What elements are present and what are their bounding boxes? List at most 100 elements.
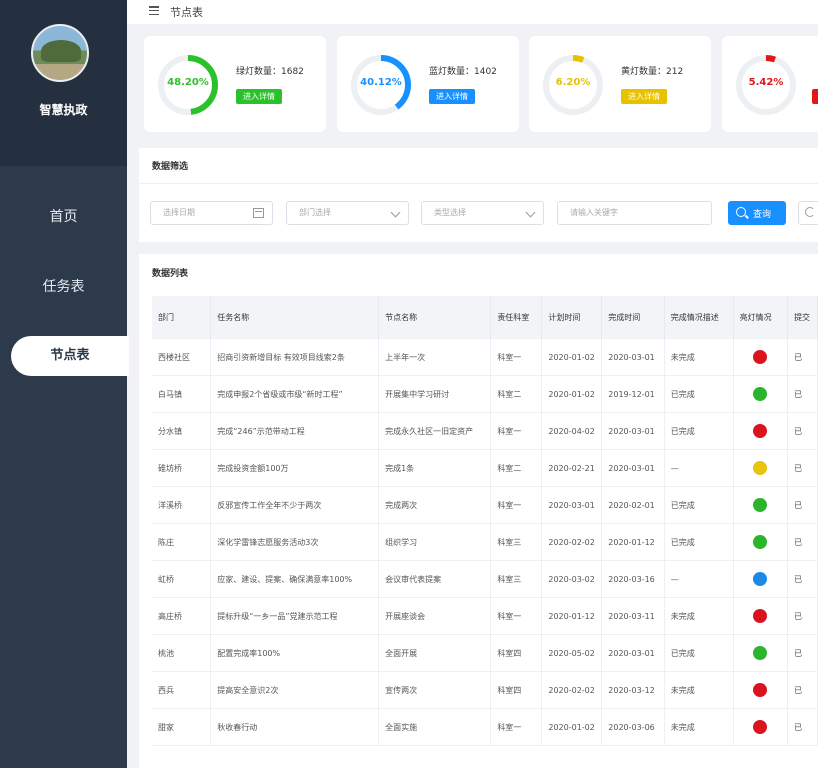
cell-task: 完成申报2个省级或市级“新时工程”	[210, 375, 380, 413]
sidebar-item-nodes[interactable]: 节点表	[11, 336, 129, 376]
cell-dept: 分水镇	[152, 412, 212, 450]
query-button[interactable]: 查询	[728, 201, 786, 225]
table-row[interactable]: 白马镇 完成申报2个省级或市级“新时工程” 开展集中学习研讨 科室二 2020-01-0…	[152, 375, 818, 413]
cell-dept: 洋溪桥	[152, 486, 212, 524]
column-header[interactable]: 部门	[152, 296, 212, 339]
dept-select[interactable]: 部门选择	[286, 201, 409, 225]
data-table: 部门 任务名称 节点名称 责任科室 计划时间 完成时间 完成情况描述 亮灯情况 …	[152, 296, 818, 746]
cell-extra: 已	[787, 339, 818, 376]
table-row[interactable]: 甜家 秋收春行动 全面实施 科室一 2020-01-02 2020-03-06 未完成 已	[152, 708, 818, 746]
cell-done: 2019-12-01	[601, 375, 665, 413]
column-header[interactable]: 提交	[787, 296, 818, 339]
table-row[interactable]: 陈庄 深化学雷锋志愿服务活动3次 组织学习 科室三 2020-02-02 2020-01-…	[152, 523, 818, 561]
cell-plan: 2020-03-01	[541, 486, 603, 524]
detail-button[interactable]	[812, 89, 818, 104]
date-placeholder: 选择日期	[163, 208, 195, 217]
cell-status: 已完成	[664, 634, 734, 672]
table-row[interactable]: 西兵 提高安全意识2次 宣传两次 科室四 2020-02-02 2020-03-12 未完成…	[152, 671, 818, 709]
status-light-icon	[753, 387, 768, 401]
cell-extra: 已	[787, 634, 818, 672]
cell-dept: 桃池	[152, 634, 212, 672]
status-light-icon	[753, 683, 768, 697]
sidebar-item-tasks[interactable]: 任务表	[0, 276, 127, 296]
table-row[interactable]: 桃池 配置完成率100% 全面开展 科室四 2020-05-02 2020-03-01 已完…	[152, 634, 818, 672]
detail-button[interactable]: 进入详情	[236, 89, 282, 104]
stat-label: 绿灯数量：1682	[236, 67, 304, 77]
cell-task: 完成“246”示范带动工程	[210, 412, 380, 450]
avatar[interactable]	[31, 24, 89, 82]
table-row[interactable]: 高庄桥 提标升级“一乡一品”党建示范工程 开展座谈会 科室一 2020-01-12 202…	[152, 597, 818, 635]
type-select[interactable]: 类型选择	[421, 201, 544, 225]
cell-done: 2020-03-01	[601, 412, 665, 450]
cell-done: 2020-03-16	[601, 560, 665, 598]
cell-node: 完成两次	[378, 486, 492, 524]
table-row[interactable]: 碓坊桥 完成投资金额100万 完成1条 科室二 2020-02-21 2020-03-01…	[152, 449, 818, 487]
cell-plan: 2020-01-12	[541, 597, 603, 635]
menu-icon[interactable]	[149, 6, 159, 16]
cell-plan: 2020-02-02	[541, 671, 603, 709]
cell-extra: 已	[787, 375, 818, 413]
table-header: 部门 任务名称 节点名称 责任科室 计划时间 完成时间 完成情况描述 亮灯情况 …	[152, 296, 818, 339]
column-header[interactable]: 任务名称	[210, 296, 380, 339]
status-light-icon	[753, 609, 768, 623]
cell-extra: 已	[787, 597, 818, 635]
column-header[interactable]: 亮灯情况	[733, 296, 789, 339]
cell-status: 未完成	[664, 671, 734, 709]
stat-percent: 6.20%	[555, 77, 591, 88]
cell-extra: 已	[787, 708, 818, 746]
stat-card-blue: 40.12% 蓝灯数量：1402 进入详情	[337, 36, 519, 132]
cell-light	[733, 375, 789, 413]
column-header[interactable]: 节点名称	[378, 296, 492, 339]
cell-extra: 已	[787, 523, 818, 561]
cell-office: 科室一	[490, 339, 543, 376]
column-header[interactable]: 完成时间	[601, 296, 665, 339]
filter-panel	[139, 148, 818, 242]
calendar-icon	[253, 208, 264, 218]
table-row[interactable]: 洋溪桥 反邪宣传工作全年不少于两次 完成两次 科室一 2020-03-01 2020-02…	[152, 486, 818, 524]
detail-button[interactable]: 进入详情	[621, 89, 667, 104]
cell-office: 科室三	[490, 560, 543, 598]
table-row[interactable]: 虹桥 应家、建设、提案、确保满意率100% 会议审代表提案 科室三 2020-03-02…	[152, 560, 818, 598]
sidebar-item-home[interactable]: 首页	[0, 206, 127, 226]
detail-button[interactable]: 进入详情	[429, 89, 475, 104]
column-header[interactable]: 责任科室	[490, 296, 543, 339]
cell-task: 秋收春行动	[210, 708, 380, 746]
cell-office: 科室二	[490, 449, 543, 487]
table-row[interactable]: 西楼社区 招商引资新增目标 有效项目线索2条 上半年一次 科室一 2020-01-02 2…	[152, 339, 818, 376]
stat-percent: 48.20%	[167, 77, 209, 88]
list-title: 数据列表	[152, 269, 189, 279]
refresh-button[interactable]	[798, 201, 818, 225]
cell-task: 完成投资金额100万	[210, 449, 380, 487]
cell-light	[733, 560, 789, 598]
cell-light	[733, 412, 789, 450]
status-light-icon	[753, 461, 768, 475]
sidebar-profile: 智慧执政	[0, 0, 127, 166]
cell-task: 配置完成率100%	[210, 634, 380, 672]
cell-dept: 高庄桥	[152, 597, 212, 635]
cell-status: 未完成	[664, 597, 734, 635]
stat-card-red: 5.42%	[722, 36, 818, 132]
column-header[interactable]: 完成情况描述	[664, 296, 734, 339]
cell-node: 上半年一次	[378, 339, 492, 376]
status-light-icon	[753, 424, 768, 438]
column-header[interactable]: 计划时间	[541, 296, 603, 339]
cell-node: 会议审代表提案	[378, 560, 492, 598]
cell-done: 2020-03-06	[601, 708, 665, 746]
cell-dept: 虹桥	[152, 560, 212, 598]
table-row[interactable]: 分水镇 完成“246”示范带动工程 完成永久社区一旧定资产 科室一 2020-04-02…	[152, 412, 818, 450]
cell-light	[733, 634, 789, 672]
cell-plan: 2020-01-02	[541, 339, 603, 376]
top-bar	[127, 0, 818, 24]
keyword-placeholder: 请输入关键字	[570, 208, 618, 217]
keyword-input[interactable]: 请输入关键字	[557, 201, 712, 225]
chevron-down-icon	[390, 207, 401, 218]
cell-done: 2020-01-12	[601, 523, 665, 561]
cell-plan: 2020-02-02	[541, 523, 603, 561]
stat-percent: 5.42%	[748, 77, 784, 88]
cell-done: 2020-03-12	[601, 671, 665, 709]
filter-title: 数据筛选	[152, 162, 189, 172]
cell-task: 应家、建设、提案、确保满意率100%	[210, 560, 380, 598]
cell-light	[733, 449, 789, 487]
status-light-icon	[753, 350, 768, 364]
date-picker[interactable]: 选择日期	[150, 201, 273, 225]
